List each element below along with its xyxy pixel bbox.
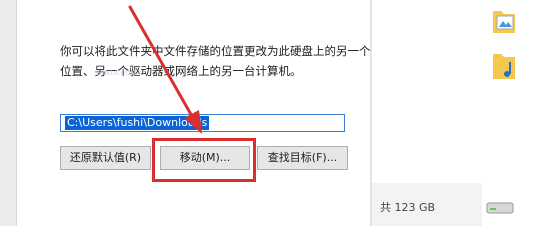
pictures-folder-icon [493, 11, 515, 33]
drive-icon [486, 202, 514, 214]
drive-size-label: 共 123 GB [380, 201, 436, 214]
music-folder-icon [493, 54, 515, 79]
